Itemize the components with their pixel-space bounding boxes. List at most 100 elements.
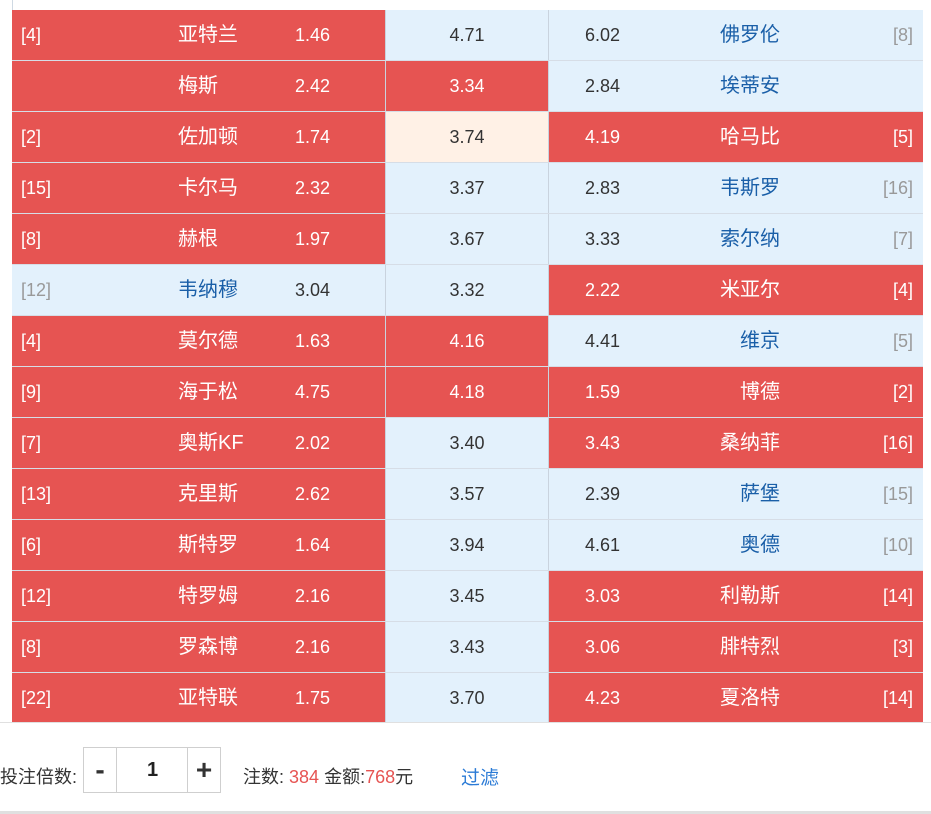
- filter-link[interactable]: 过滤: [461, 763, 499, 790]
- home-odd: 1.75: [295, 688, 331, 708]
- away-odd: 3.43: [585, 433, 621, 453]
- home-win-option[interactable]: [8] 赫根 1.97: [12, 214, 385, 264]
- home-rank: [4]: [21, 25, 42, 45]
- away-odd: 1.59: [585, 382, 621, 402]
- away-odd: 3.06: [585, 637, 621, 657]
- home-win-option[interactable]: [2] 佐加顿 1.74: [12, 112, 385, 162]
- away-rank: [16]: [882, 178, 913, 198]
- away-team: 米亚尔: [720, 279, 780, 301]
- multiplier-stepper: - +: [83, 747, 221, 793]
- bet-amount: 768: [365, 767, 396, 787]
- home-team: 海于松: [178, 381, 238, 403]
- home-odd: 3.04: [295, 280, 331, 300]
- away-odd: 3.33: [585, 229, 621, 249]
- currency-unit: 元: [395, 767, 414, 787]
- decrease-button[interactable]: -: [84, 748, 117, 792]
- draw-option[interactable]: 3.67: [385, 214, 549, 264]
- away-win-option[interactable]: 2.84 埃蒂安: [549, 61, 923, 111]
- draw-odd: 3.37: [449, 178, 485, 198]
- home-win-option[interactable]: [22] 亚特联 1.75: [12, 673, 385, 723]
- home-rank: [7]: [21, 433, 42, 453]
- home-odd: 2.32: [295, 178, 331, 198]
- away-team: 桑纳菲: [720, 432, 780, 454]
- home-team: 亚特联: [178, 687, 238, 709]
- away-rank: [14]: [882, 688, 913, 708]
- draw-odd: 3.32: [449, 280, 485, 300]
- away-team: 博德: [740, 381, 780, 403]
- away-win-option[interactable]: 3.33 索尔纳 [7]: [549, 214, 923, 264]
- away-team: 维京: [740, 330, 780, 352]
- home-win-option[interactable]: [6] 斯特罗 1.64: [12, 520, 385, 570]
- draw-odd: 4.16: [449, 331, 485, 351]
- match-row: [22] 亚特联 1.75 3.70 4.23 夏洛特 [14]: [12, 673, 923, 724]
- home-win-option[interactable]: [8] 罗森博 2.16: [12, 622, 385, 672]
- away-rank: [15]: [882, 484, 913, 504]
- home-win-option[interactable]: [12] 特罗姆 2.16: [12, 571, 385, 621]
- away-win-option[interactable]: 2.83 韦斯罗 [16]: [549, 163, 923, 213]
- home-odd: 2.62: [295, 484, 331, 504]
- away-win-option[interactable]: 3.43 桑纳菲 [16]: [549, 418, 923, 468]
- away-win-option[interactable]: 3.03 利勒斯 [14]: [549, 571, 923, 621]
- away-team: 夏洛特: [720, 687, 780, 709]
- draw-option[interactable]: 4.18: [385, 367, 549, 417]
- draw-option[interactable]: 3.94: [385, 520, 549, 570]
- away-win-option[interactable]: 3.06 腓特烈 [3]: [549, 622, 923, 672]
- home-odd: 2.16: [295, 637, 331, 657]
- bet-summary: 注数: 384 金额:768元: [243, 763, 413, 789]
- draw-odd: 3.45: [449, 586, 485, 606]
- increase-button[interactable]: +: [187, 748, 220, 792]
- draw-option[interactable]: 3.37: [385, 163, 549, 213]
- draw-option[interactable]: 3.40: [385, 418, 549, 468]
- away-win-option[interactable]: 2.22 米亚尔 [4]: [549, 265, 923, 315]
- draw-option[interactable]: 3.70: [385, 673, 549, 723]
- home-win-option[interactable]: [12] 韦纳穆 3.04: [12, 265, 385, 315]
- away-rank: [16]: [882, 433, 913, 453]
- away-win-option[interactable]: 4.61 奥德 [10]: [549, 520, 923, 570]
- away-rank: [14]: [882, 586, 913, 606]
- draw-option[interactable]: 3.74: [385, 112, 549, 162]
- away-win-option[interactable]: 4.41 维京 [5]: [549, 316, 923, 366]
- draw-option[interactable]: 4.71: [385, 10, 549, 60]
- away-rank: [4]: [892, 280, 913, 300]
- home-win-option[interactable]: [15] 卡尔马 2.32: [12, 163, 385, 213]
- away-odd: 2.22: [585, 280, 621, 300]
- draw-option[interactable]: 4.16: [385, 316, 549, 366]
- home-win-option[interactable]: 梅斯 2.42: [12, 61, 385, 111]
- away-rank: [8]: [892, 25, 913, 45]
- draw-option[interactable]: 3.43: [385, 622, 549, 672]
- home-team: 奥斯KF: [178, 432, 244, 454]
- away-win-option[interactable]: 1.59 博德 [2]: [549, 367, 923, 417]
- away-rank: [5]: [892, 127, 913, 147]
- draw-option[interactable]: 3.45: [385, 571, 549, 621]
- away-odd: 4.61: [585, 535, 621, 555]
- home-win-option[interactable]: [9] 海于松 4.75: [12, 367, 385, 417]
- home-win-option[interactable]: [13] 克里斯 2.62: [12, 469, 385, 519]
- draw-odd: 3.67: [449, 229, 485, 249]
- draw-option[interactable]: 3.34: [385, 61, 549, 111]
- home-rank: [9]: [21, 382, 42, 402]
- away-team: 奥德: [740, 534, 780, 556]
- away-win-option[interactable]: 6.02 佛罗伦 [8]: [549, 10, 923, 60]
- away-win-option[interactable]: 4.19 哈马比 [5]: [549, 112, 923, 162]
- draw-option[interactable]: 3.32: [385, 265, 549, 315]
- home-team: 罗森博: [178, 636, 238, 658]
- away-win-option[interactable]: 4.23 夏洛特 [14]: [549, 673, 923, 723]
- match-row: 梅斯 2.42 3.34 2.84 埃蒂安: [12, 61, 923, 112]
- draw-odd: 3.40: [449, 433, 485, 453]
- home-win-option[interactable]: [7] 奥斯KF 2.02: [12, 418, 385, 468]
- away-team: 萨堡: [740, 483, 780, 505]
- home-odd: 1.64: [295, 535, 331, 555]
- away-odd: 4.41: [585, 331, 621, 351]
- draw-option[interactable]: 3.57: [385, 469, 549, 519]
- home-team: 佐加顿: [178, 126, 238, 148]
- home-rank: [13]: [21, 484, 52, 504]
- away-team: 韦斯罗: [720, 177, 780, 199]
- match-row: [9] 海于松 4.75 4.18 1.59 博德 [2]: [12, 367, 923, 418]
- home-win-option[interactable]: [4] 亚特兰 1.46: [12, 10, 385, 60]
- multiplier-input[interactable]: [117, 748, 188, 792]
- draw-odd: 4.18: [449, 382, 485, 402]
- home-rank: [22]: [21, 688, 52, 708]
- home-rank: [4]: [21, 331, 42, 351]
- home-win-option[interactable]: [4] 莫尔德 1.63: [12, 316, 385, 366]
- away-win-option[interactable]: 2.39 萨堡 [15]: [549, 469, 923, 519]
